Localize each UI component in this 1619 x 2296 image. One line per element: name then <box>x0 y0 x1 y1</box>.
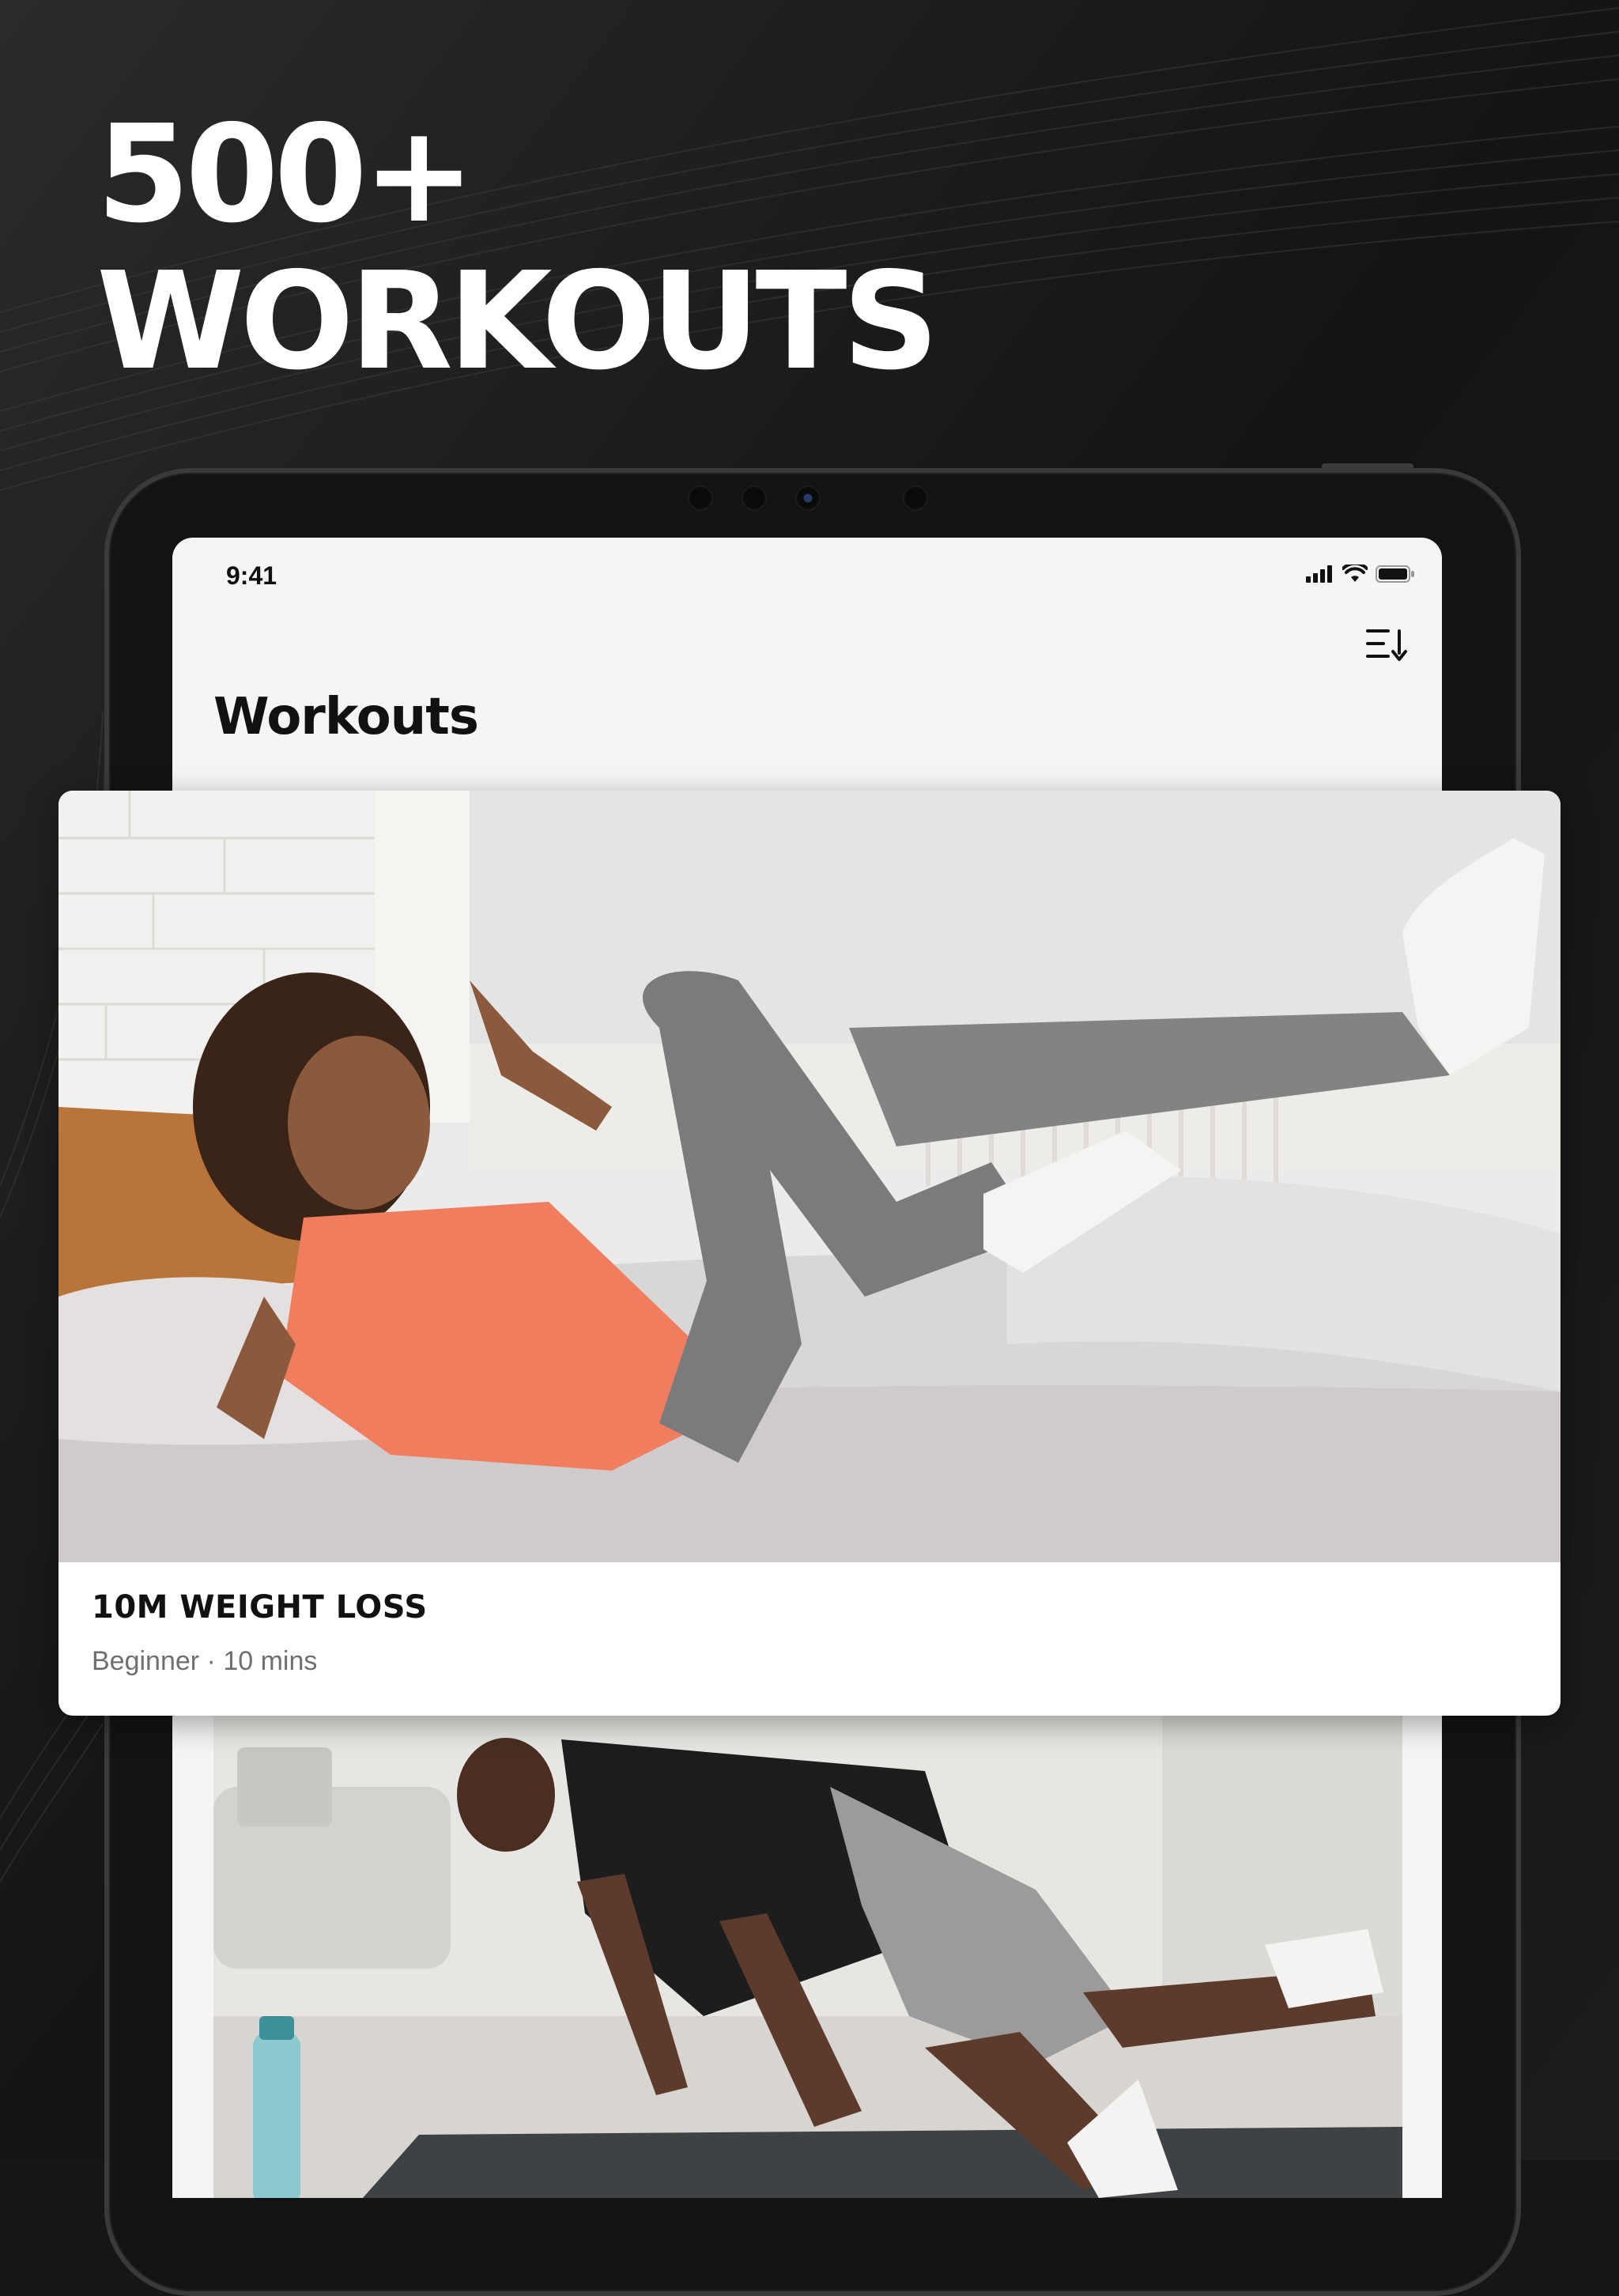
workout-card-photo[interactable] <box>213 1716 1402 2198</box>
cellular-signal-icon <box>1306 565 1332 583</box>
hero-line-1: 500+ <box>96 96 475 253</box>
front-sensor <box>742 485 767 511</box>
page-title: Workouts <box>213 688 479 746</box>
featured-workout-card[interactable]: 10M WEIGHT LOSS Beginner · 10 mins <box>58 791 1561 1716</box>
workout-title: 10M WEIGHT LOSS <box>92 1589 428 1626</box>
workout-photo-mountain-climber <box>213 1716 1402 2198</box>
status-time: 9:41 <box>226 561 277 590</box>
status-icons <box>1306 565 1415 583</box>
battery-icon <box>1376 565 1414 583</box>
workout-meta: Beginner · 10 mins <box>92 1646 318 1676</box>
hero-line-2: WORKOUTS <box>96 244 939 400</box>
workout-photo-bicycle-crunch <box>58 791 1561 1562</box>
sort-icon[interactable] <box>1364 626 1407 663</box>
front-sensor <box>688 485 713 511</box>
hero-headline: 500+ WORKOUTS <box>96 96 939 400</box>
front-camera <box>795 485 821 511</box>
front-sensor <box>903 485 928 511</box>
wifi-icon <box>1342 565 1368 582</box>
